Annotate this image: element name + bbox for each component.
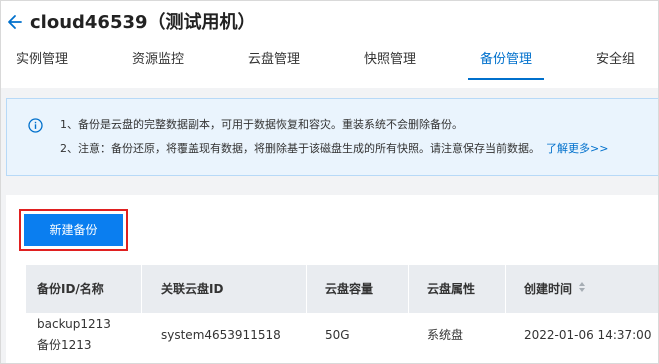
- notice-box: 1、备份是云盘的完整数据副本，可用于数据恢复和容灾。重装系统不会删除备份。 2、…: [6, 98, 659, 176]
- column-divider: [408, 265, 409, 313]
- tab-bar: 实例管理 资源监控 云盘管理 快照管理 备份管理 安全组: [0, 44, 659, 80]
- tab-resource-monitoring[interactable]: 资源监控: [132, 44, 184, 80]
- notice-line-2-text: 2、注意：备份还原，将覆盖现有数据，将删除基于该磁盘生成的所有快照。请注意保存当…: [60, 142, 540, 155]
- backup-table: 备份ID/名称 关联云盘ID 云盘容量 云盘属性 创建时间 backup1213…: [26, 265, 659, 364]
- new-backup-button[interactable]: 新建备份: [24, 214, 123, 246]
- tab-disk-management[interactable]: 云盘管理: [248, 44, 300, 80]
- page-header: cloud46539（测试用机） 实例管理 资源监控 云盘管理 快照管理 备份管…: [0, 0, 659, 88]
- backup-panel: 新建备份 备份ID/名称 关联云盘ID 云盘容量 云盘属性 创建时间 backu: [6, 195, 659, 364]
- column-header-created-label: 创建时间: [524, 282, 573, 296]
- tab-security-group[interactable]: 安全组: [596, 44, 635, 80]
- sort-icon[interactable]: [578, 265, 586, 313]
- learn-more-link[interactable]: 了解更多>>: [546, 142, 608, 155]
- cell-disk-id: system4653911518: [161, 328, 281, 342]
- column-header-created[interactable]: 创建时间: [524, 265, 586, 313]
- table-row[interactable]: backup1213 备份1213 system4653911518 50G 系…: [26, 313, 659, 364]
- tab-backup-management[interactable]: 备份管理: [467, 44, 545, 80]
- tab-instance-management[interactable]: 实例管理: [16, 44, 68, 80]
- notice-line-1: 1、备份是云盘的完整数据副本，可用于数据恢复和容灾。重装系统不会删除备份。: [60, 118, 463, 131]
- new-backup-highlight: 新建备份: [19, 209, 128, 251]
- column-divider: [141, 265, 142, 313]
- column-header-backup-id: 备份ID/名称: [37, 282, 104, 296]
- notice-line-2: 2、注意：备份还原，将覆盖现有数据，将删除基于该磁盘生成的所有快照。请注意保存当…: [60, 141, 608, 157]
- cell-attribute: 系统盘: [427, 328, 464, 342]
- cell-backup-id: backup1213: [37, 317, 111, 331]
- column-header-capacity: 云盘容量: [325, 282, 374, 296]
- column-divider: [505, 265, 506, 313]
- column-header-attribute: 云盘属性: [427, 282, 476, 296]
- table-header: 备份ID/名称 关联云盘ID 云盘容量 云盘属性 创建时间: [26, 265, 659, 313]
- column-divider: [306, 265, 307, 313]
- cell-created: 2022-01-06 14:37:00: [524, 328, 652, 342]
- cell-capacity: 50G: [325, 328, 350, 342]
- column-header-disk-id: 关联云盘ID: [161, 282, 224, 296]
- info-circle-icon: [28, 118, 43, 133]
- page-title: cloud46539（测试用机）: [30, 12, 256, 33]
- tab-snapshot-management[interactable]: 快照管理: [364, 44, 416, 80]
- cell-backup-name: 备份1213: [37, 338, 92, 352]
- arrow-left-icon[interactable]: [7, 11, 25, 33]
